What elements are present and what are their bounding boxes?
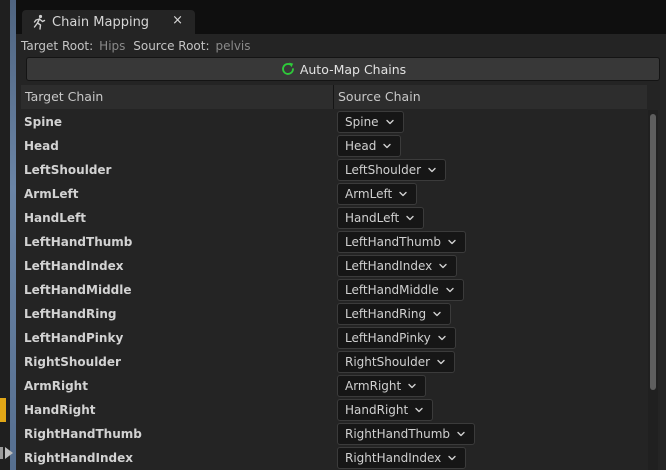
source-chain-dropdown[interactable]: Head	[337, 135, 402, 157]
chevron-down-icon	[438, 261, 448, 271]
table-row: RightShoulder RightShoulder	[21, 350, 647, 374]
source-chain-value: LeftShoulder	[345, 163, 422, 177]
source-chain-dropdown[interactable]: RightHandThumb	[337, 423, 476, 445]
table-row: LeftHandPinky LeftHandPinky	[21, 326, 647, 350]
target-chain-name: LeftHandPinky	[24, 331, 124, 345]
auto-map-chains-label: Auto-Map Chains	[299, 61, 407, 77]
source-chain-dropdown[interactable]: RightHandIndex	[337, 447, 467, 469]
table-row: LeftHandThumb LeftHandThumb	[21, 230, 647, 254]
chevron-down-icon	[382, 141, 392, 151]
table-row: Head Head	[21, 134, 647, 158]
table-row: Spine Spine	[21, 110, 647, 134]
source-chain-dropdown[interactable]: LeftHandThumb	[337, 231, 467, 253]
table-row: ArmLeft ArmLeft	[21, 182, 647, 206]
target-chain-name: LeftShoulder	[24, 163, 112, 177]
target-chain-name: HandLeft	[24, 211, 87, 225]
column-header-target-chain[interactable]: Target Chain	[21, 85, 333, 109]
source-chain-dropdown[interactable]: ArmLeft	[337, 183, 418, 205]
running-figure-icon	[28, 10, 50, 34]
chevron-down-icon	[447, 453, 457, 463]
source-chain-dropdown[interactable]: HandRight	[337, 399, 434, 421]
source-chain-dropdown[interactable]: HandLeft	[337, 207, 425, 229]
chain-table-body: Spine Spine Head Head LeftShoulder LeftShould…	[21, 110, 647, 470]
scrollbar-thumb[interactable]	[650, 114, 656, 390]
source-chain-value: LeftHandRing	[345, 307, 427, 321]
source-chain-value: HandRight	[345, 403, 409, 417]
refresh-icon	[280, 61, 296, 77]
source-chain-value: Spine	[345, 115, 379, 129]
close-icon[interactable]: ×	[172, 13, 183, 28]
source-chain-value: ArmRight	[345, 379, 402, 393]
table-row: RightHandThumb RightHandThumb	[21, 422, 647, 446]
source-chain-dropdown[interactable]: RightShoulder	[337, 351, 456, 373]
source-root-value: pelvis	[215, 39, 251, 53]
chevron-down-icon	[432, 309, 442, 319]
table-row: HandRight HandRight	[21, 398, 647, 422]
target-chain-name: ArmLeft	[24, 187, 79, 201]
chevron-down-icon	[385, 117, 395, 127]
source-root-label: Source Root:	[133, 39, 210, 53]
source-chain-value: LeftHandPinky	[345, 331, 431, 345]
table-row: ArmRight ArmRight	[21, 374, 647, 398]
source-chain-dropdown[interactable]: LeftHandMiddle	[337, 279, 464, 301]
target-chain-name: LeftHandIndex	[24, 259, 124, 273]
editor-left-strip	[0, 0, 16, 470]
table-row: RightHandIndex RightHandIndex	[21, 446, 647, 470]
auto-map-chains-button[interactable]: Auto-Map Chains	[26, 57, 660, 81]
target-chain-name: RightShoulder	[24, 355, 121, 369]
source-chain-value: ArmLeft	[345, 187, 393, 201]
source-chain-dropdown[interactable]: LeftHandRing	[337, 303, 452, 325]
source-chain-value: RightHandThumb	[345, 427, 451, 441]
source-chain-dropdown[interactable]: ArmRight	[337, 375, 427, 397]
chain-mapping-panel: Target Root: Hips Source Root: pelvis Auto…	[16, 34, 666, 470]
target-root-value: Hips	[99, 39, 126, 53]
source-chain-value: LeftHandMiddle	[345, 283, 439, 297]
source-chain-value: HandLeft	[345, 211, 400, 225]
target-chain-name: Spine	[24, 115, 63, 129]
chevron-down-icon	[414, 405, 424, 415]
source-chain-value: Head	[345, 139, 377, 153]
tab-title: Chain Mapping	[52, 14, 150, 30]
selection-indicator	[0, 398, 6, 422]
target-chain-name: LeftHandThumb	[24, 235, 133, 249]
source-chain-dropdown[interactable]: LeftHandPinky	[337, 327, 456, 349]
target-chain-name: Head	[24, 139, 59, 153]
source-chain-value: RightHandIndex	[345, 451, 442, 465]
chevron-down-icon	[436, 357, 446, 367]
table-row: LeftHandMiddle LeftHandMiddle	[21, 278, 647, 302]
table-row: LeftHandIndex LeftHandIndex	[21, 254, 647, 278]
chevron-down-icon	[445, 285, 455, 295]
table-row: LeftHandRing LeftHandRing	[21, 302, 647, 326]
table-row: HandLeft HandLeft	[21, 206, 647, 230]
target-root-label: Target Root:	[21, 39, 94, 53]
target-chain-name: RightHandIndex	[24, 451, 133, 465]
source-chain-dropdown[interactable]: LeftHandIndex	[337, 255, 458, 277]
table-header: Target Chain Source Chain	[21, 85, 647, 109]
source-chain-dropdown[interactable]: Spine	[337, 111, 404, 133]
source-chain-value: RightShoulder	[345, 355, 431, 369]
chevron-down-icon	[405, 213, 415, 223]
source-chain-dropdown[interactable]: LeftShoulder	[337, 159, 447, 181]
chevron-down-icon	[437, 333, 447, 343]
play-icon[interactable]	[0, 444, 14, 462]
chevron-down-icon	[447, 237, 457, 247]
chevron-down-icon	[398, 189, 408, 199]
root-info: Target Root: Hips Source Root: pelvis	[21, 37, 255, 55]
chevron-down-icon	[427, 165, 437, 175]
target-chain-name: RightHandThumb	[24, 427, 142, 441]
tab-chain-mapping[interactable]: Chain Mapping ×	[22, 10, 195, 34]
target-chain-name: ArmRight	[24, 379, 88, 393]
tab-bar: Chain Mapping ×	[16, 0, 666, 34]
target-chain-name: LeftHandRing	[24, 307, 117, 321]
column-header-source-chain[interactable]: Source Chain	[333, 85, 648, 109]
chevron-down-icon	[407, 381, 417, 391]
target-chain-name: LeftHandMiddle	[24, 283, 132, 297]
chevron-down-icon	[456, 429, 466, 439]
table-row: LeftShoulder LeftShoulder	[21, 158, 647, 182]
source-chain-value: LeftHandThumb	[345, 235, 442, 249]
source-chain-value: LeftHandIndex	[345, 259, 433, 273]
target-chain-name: HandRight	[24, 403, 96, 417]
